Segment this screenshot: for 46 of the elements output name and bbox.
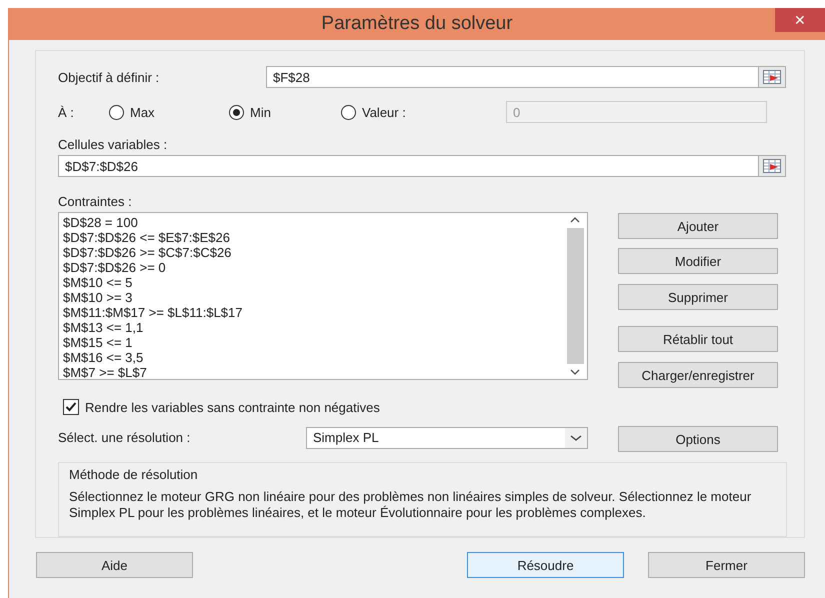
field-label: Contraintes : [58, 194, 133, 209]
options-button[interactable]: Options [618, 426, 778, 452]
checkbox-label: Rendre les variables sans contrainte non négatives [85, 400, 380, 414]
field-label: Sélect. une résolution : [58, 430, 192, 445]
range-picker-button[interactable] [759, 66, 786, 88]
constraint-item[interactable]: $D$7:$D$26 <= $E$7:$E$26 [63, 230, 559, 245]
field-label: À : [58, 104, 75, 120]
dialog-button[interactable]: Résoudre [467, 552, 624, 578]
range-picker-icon [763, 70, 781, 84]
field-label: Cellules variables : [58, 137, 168, 152]
radio-button[interactable] [341, 104, 356, 120]
constraint-button[interactable]: Supprimer [618, 284, 778, 310]
range-picker-button[interactable] [759, 155, 786, 177]
method-description: Sélectionnez le moteur GRG non linéaire pour des problèmes non linéaires simples de solveur. Sélectionnez le moteur Simplex PL pour les problèmes linéaires, et le moteur Évolutionnaire pour les problèmes complexes. [69, 489, 752, 521]
constraint-item[interactable]: $M$7 >= $L$7 [63, 365, 559, 380]
variable-cells-field[interactable]: $D$7:$D$26 [58, 155, 759, 177]
constraint-button[interactable]: Ajouter [618, 213, 778, 239]
radio-label: Max [130, 104, 155, 120]
solving-method-dropdown[interactable]: Simplex PL [306, 426, 588, 448]
constraint-item[interactable]: $M$10 <= 5 [63, 275, 559, 290]
group-title: Méthode de résolution [69, 467, 199, 482]
constraint-item[interactable]: $D$7:$D$26 >= 0 [63, 260, 559, 275]
dropdown-caret-icon[interactable] [565, 428, 587, 448]
constraints-list[interactable]: $D$28 = 100 $D$7:$D$26 <= $E$7:$E$26 $D$7:$D$26 >= $C$7:$C$26 $D$7:$D$26 >= 0 $M$10 <= 5 $M$10 >= 3 $M$11:$M$17 >= $L$11:$L$17 $M$13 <= 1,1 $M$15 <= 1 $M$16 <= 3,5 $M$7 >= $L$7 [58, 212, 588, 380]
close-button[interactable]: ✕ [775, 8, 825, 32]
range-picker-icon [763, 159, 781, 173]
constraint-item[interactable]: $M$16 <= 3,5 [63, 350, 559, 365]
constraint-item[interactable]: $M$10 >= 3 [63, 290, 559, 305]
checkbox[interactable] [63, 399, 79, 415]
radio-label: Valeur : [362, 104, 406, 120]
objective-field[interactable]: $F$28 [266, 66, 759, 88]
constraint-item[interactable]: $D$7:$D$26 >= $C$7:$C$26 [63, 245, 559, 260]
constraint-button[interactable]: Charger/enregistrer [618, 362, 778, 388]
constraint-button[interactable]: Modifier [618, 248, 778, 274]
field-label: Objectif à définir : [58, 70, 160, 84]
window-title: Paramètres du solveur [321, 13, 513, 35]
radio-button[interactable] [229, 104, 244, 120]
dialog-button[interactable]: Fermer [648, 552, 805, 578]
constraint-item[interactable]: $M$13 <= 1,1 [63, 320, 559, 335]
radio-label: Min [250, 104, 271, 120]
radio-button[interactable] [109, 104, 124, 120]
constraint-item[interactable]: $M$15 <= 1 [63, 335, 559, 350]
constraint-item[interactable]: $M$11:$M$17 >= $L$11:$L$17 [63, 305, 559, 320]
constraint-item[interactable]: $D$28 = 100 [63, 215, 559, 230]
constraint-button[interactable]: Rétablir tout [618, 326, 778, 352]
dialog-button[interactable]: Aide [36, 552, 193, 578]
